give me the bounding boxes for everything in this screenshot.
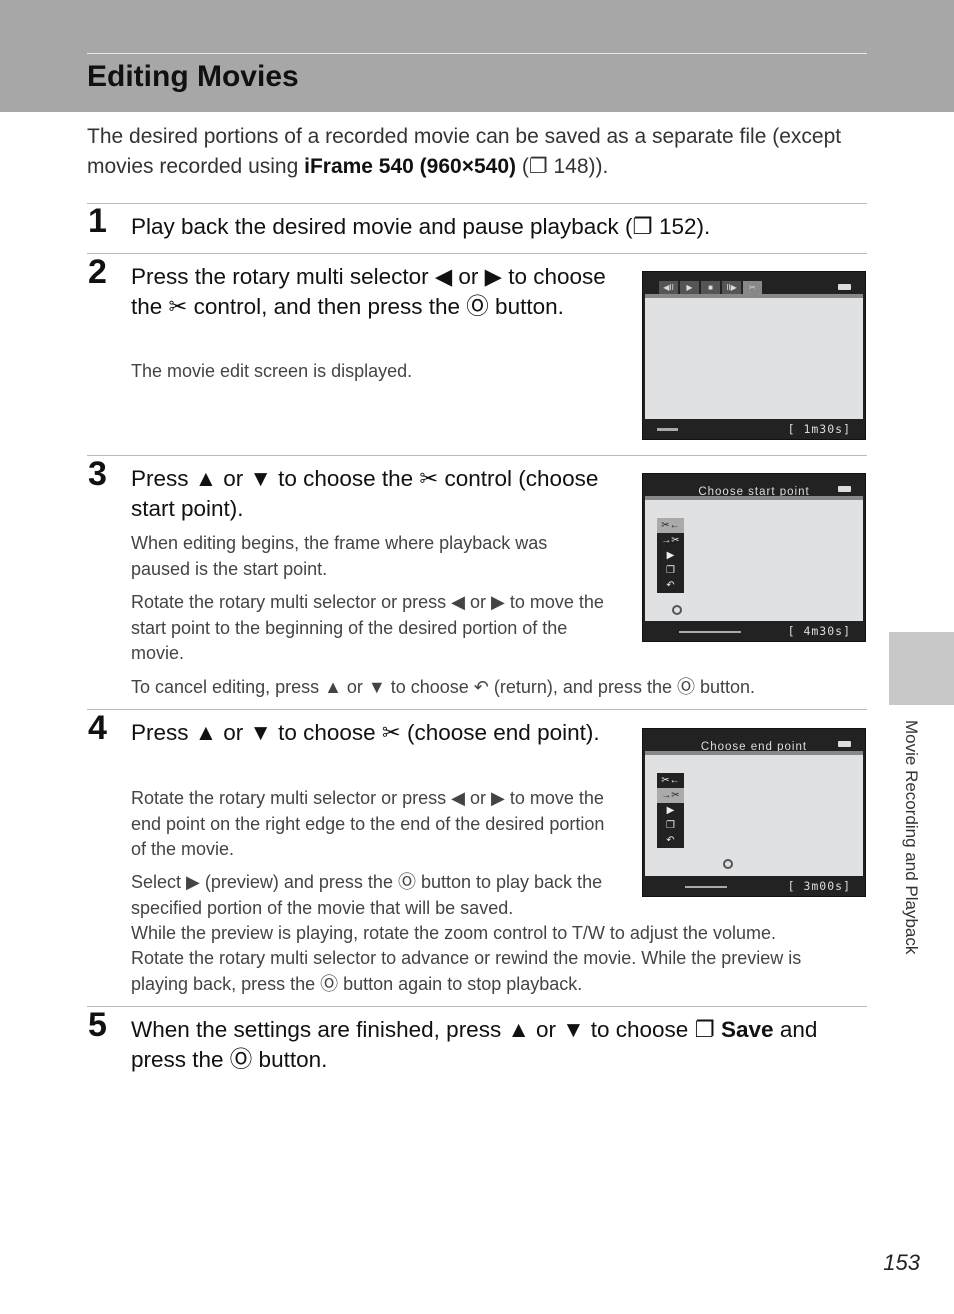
step-text: Rotate the rotary multi selector to adva…: [131, 948, 802, 994]
edit-icon: ✂: [743, 281, 762, 294]
preview-icon: ▶: [666, 550, 675, 561]
play-icon: ▶: [680, 281, 699, 294]
return-icon: ↶: [666, 835, 675, 846]
return-icon: ↶: [666, 580, 675, 591]
save-icon: ❐: [666, 565, 675, 576]
end-point-icon: →✂: [661, 535, 680, 546]
end-point-icon: →✂: [657, 788, 684, 803]
step-heading-text: When the settings are finished, press ▲ …: [131, 1017, 721, 1042]
time-readout: [ 4m30s]: [787, 624, 851, 638]
step-heading: Press ▲ or ▼ to choose the ✂ control (ch…: [131, 466, 599, 521]
step-number: 1: [88, 202, 107, 240]
range-bar: [679, 631, 741, 633]
battery-icon: [838, 284, 851, 290]
intro-text-end: (❐ 148)).: [516, 155, 609, 178]
step-text: Select ▶ (preview) and press the Ⓞ butto…: [131, 872, 603, 918]
header-rule: [87, 53, 867, 54]
time-readout: [ 1m30s]: [787, 422, 851, 436]
divider: [87, 203, 867, 204]
camera-screen-playback: ◀II ▶ ■ II▶ ✂ [ 1m30s]: [642, 271, 866, 440]
selector-icon: [672, 605, 682, 615]
forward-icon: II▶: [722, 281, 741, 294]
section-tab: [889, 632, 954, 705]
step-text: Rotate the rotary multi selector or pres…: [131, 592, 604, 663]
step-heading: When the settings are finished, press ▲ …: [131, 1015, 861, 1074]
start-point-icon: ✂←: [657, 518, 684, 533]
time-readout: [ 3m00s]: [787, 879, 851, 893]
step-heading: Press ▲ or ▼ to choose ✂ (choose end poi…: [131, 720, 600, 745]
camera-screen-end: Choose end point ✂← →✂ ▶ ❐ ↶ [ 3m00s]: [642, 728, 866, 897]
range-bar: [685, 886, 727, 888]
save-label: Save: [721, 1017, 774, 1042]
step-text: The movie edit screen is displayed.: [131, 361, 413, 381]
battery-icon: [838, 486, 851, 492]
progress-bar: [657, 428, 678, 431]
step-number: 4: [88, 709, 107, 747]
selector-icon: [723, 859, 733, 869]
step-heading: Play back the desired movie and pause pl…: [131, 214, 711, 239]
divider: [87, 455, 867, 456]
step-text: To cancel editing, press ▲ or ▼ to choos…: [131, 677, 756, 697]
page-number: 153: [883, 1250, 920, 1275]
screen-area: [645, 294, 863, 419]
step-number: 2: [88, 253, 107, 291]
header-band: Editing Movies: [0, 0, 954, 112]
playback-controls: ◀II ▶ ■ II▶ ✂: [659, 281, 762, 294]
start-point-icon: ✂←: [661, 775, 680, 786]
divider: [87, 253, 867, 254]
step-heading: Press the rotary multi selector ◀ or ▶ t…: [131, 264, 606, 319]
step-text: When editing begins, the frame where pla…: [131, 533, 548, 579]
stop-icon: ■: [701, 281, 720, 294]
edit-menu: ✂← →✂ ▶ ❐ ↶: [657, 518, 684, 593]
edit-menu: ✂← →✂ ▶ ❐ ↶: [657, 773, 684, 848]
page-title: Editing Movies: [87, 60, 299, 93]
intro-paragraph: The desired portions of a recorded movie…: [87, 122, 867, 182]
save-icon: ❐: [666, 820, 675, 831]
divider: [87, 709, 867, 710]
step-number: 3: [88, 455, 107, 493]
camera-screen-start: Choose start point ✂← →✂ ▶ ❐ ↶ [ 4m30s]: [642, 473, 866, 642]
section-label: Movie Recording and Playback: [902, 720, 921, 955]
rewind-icon: ◀II: [659, 281, 678, 294]
step-text: While the preview is playing, rotate the…: [131, 923, 776, 943]
battery-icon: [838, 741, 851, 747]
preview-icon: ▶: [666, 805, 675, 816]
intro-bold: iFrame 540 (960×540): [304, 155, 517, 178]
divider: [87, 1006, 867, 1007]
step-number: 5: [88, 1006, 107, 1044]
step-text: Rotate the rotary multi selector or pres…: [131, 788, 605, 859]
